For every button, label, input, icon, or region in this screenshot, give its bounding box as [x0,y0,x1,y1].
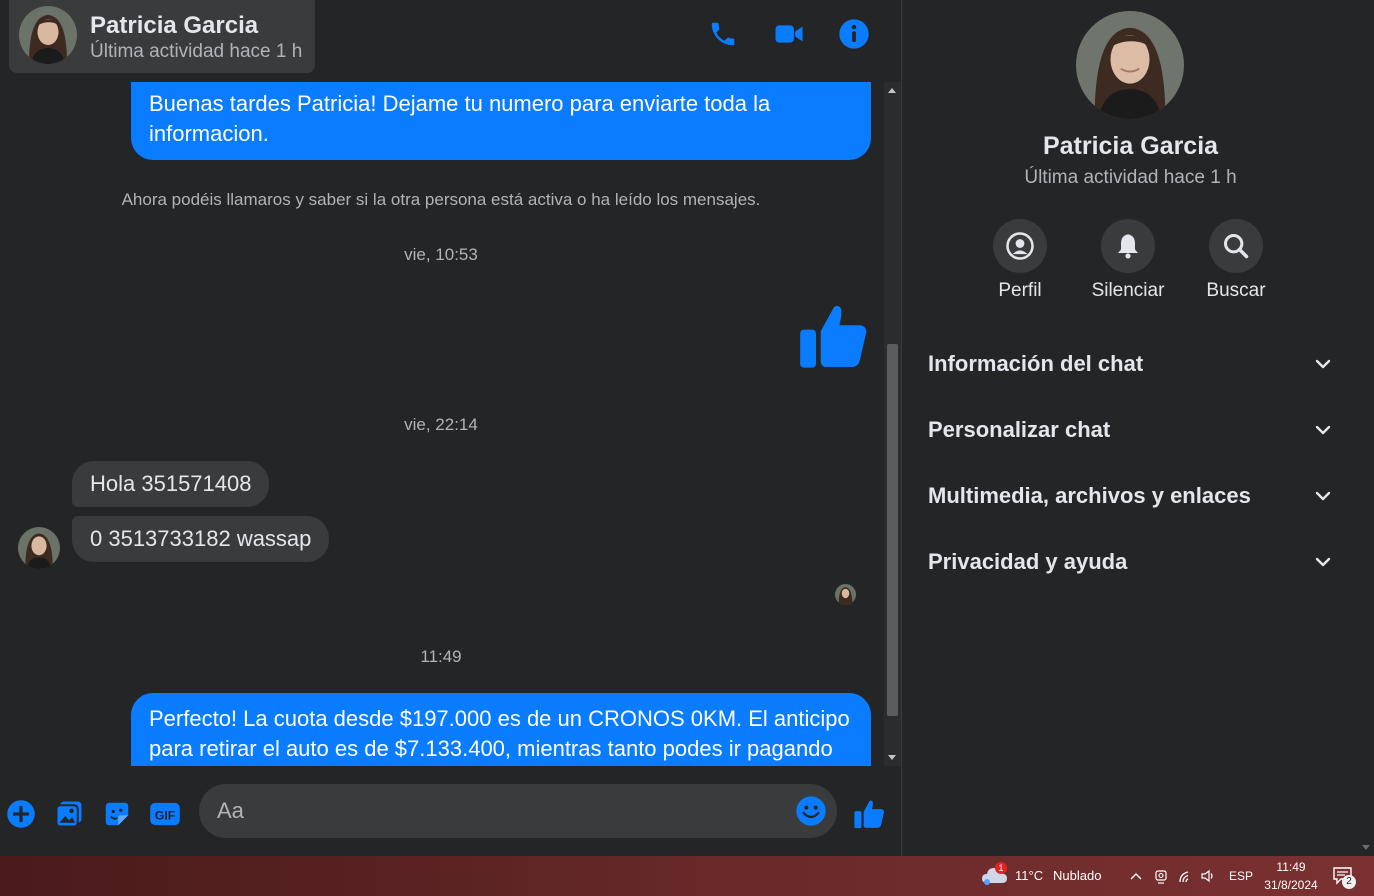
notification-count-badge: 2 [1342,875,1356,889]
emoji-button[interactable] [795,795,827,827]
show-hidden-icons-button[interactable] [1129,869,1143,887]
thumbs-up-sticker[interactable] [797,298,873,374]
video-call-button[interactable] [769,16,809,56]
messenger-window: Patricia Garcia Última actividad hace 1 … [0,0,1374,856]
profile-name: Patricia Garcia [1042,132,1219,160]
weather-temperature[interactable]: 11°C [1015,868,1043,883]
phone-icon [708,19,738,54]
attach-photo-button[interactable] [49,794,89,834]
gif-button[interactable]: GIF [145,794,185,834]
wifi-icon [1179,871,1189,883]
message-input[interactable] [217,784,777,838]
section-title: Privacidad y ayuda [928,549,1128,574]
profile-status: Última actividad hace 1 h [1024,167,1237,188]
weather-badge: 1 [995,862,1007,874]
like-icon [854,800,885,829]
message-bubble-outgoing[interactable]: Perfecto! La cuota desde $197.000 es de … [131,693,871,766]
camera-icon [1155,870,1167,884]
svg-text:GIF: GIF [155,809,176,823]
chevron-down-icon [1315,359,1331,369]
timestamp: vie, 10:53 [404,245,478,264]
system-note: Ahora podéis llamaros y saber si la otra… [121,190,761,209]
message-scrollbar[interactable] [884,82,901,766]
chevron-down-icon [1315,557,1331,567]
message-list[interactable]: Buenas tardes Patricia! Dejame tu numero… [0,82,882,766]
clock-time[interactable]: 11:49 [1263,860,1319,874]
message-bubble-incoming[interactable]: 0 3513733182 wassap [72,516,330,562]
info-button[interactable] [834,16,874,56]
video-camera-icon [773,19,805,54]
notification-center-button[interactable]: 2 [1333,867,1356,890]
action-label: Silenciar [1091,280,1165,301]
message-input-container[interactable] [199,784,837,838]
info-icon [838,18,870,55]
contact-status: Última actividad hace 1 h [90,41,303,62]
windows-taskbar: 1 11°C Nublado ESP 11:49 31/8/2024 2 [0,856,1374,896]
clock-date[interactable]: 31/8/2024 [1259,878,1323,892]
profile-action-button[interactable]: Perfil [970,219,1070,302]
scroll-up-arrow[interactable] [888,88,896,93]
meet-now-button[interactable] [1154,868,1168,889]
network-button[interactable] [1178,868,1194,889]
profile-icon [1006,232,1034,260]
action-label: Buscar [1206,280,1266,301]
search-action-button[interactable]: Buscar [1186,219,1286,302]
bell-icon [1118,234,1138,259]
language-indicator[interactable]: ESP [1229,869,1253,883]
sticker-icon [105,802,129,826]
sender-avatar[interactable] [18,527,60,569]
timestamp: vie, 22:14 [404,415,478,434]
section-privacy-help[interactable]: Privacidad y ayuda [928,537,1333,587]
read-receipt-avatar [835,584,856,605]
action-label: Perfil [998,280,1042,301]
scroll-down-arrow[interactable] [1362,845,1370,850]
section-title: Multimedia, archivos y enlaces [928,483,1251,508]
section-media-files-links[interactable]: Multimedia, archivos y enlaces [928,471,1333,521]
contact-header-button[interactable]: Patricia Garcia Última actividad hace 1 … [9,0,315,73]
chevron-down-icon [1315,425,1331,435]
call-button[interactable] [703,16,743,56]
section-customize-chat[interactable]: Personalizar chat [928,405,1333,455]
conversation-details-panel: Patricia Garcia Última actividad hace 1 … [903,0,1358,856]
scroll-thumb[interactable] [887,344,898,716]
plus-circle-icon [7,800,35,828]
profile-avatar[interactable] [1076,11,1184,119]
composer-bar: GIF [0,770,902,856]
message-bubble-outgoing[interactable]: Buenas tardes Patricia! Dejame tu numero… [131,82,871,160]
gif-icon: GIF [150,802,180,826]
sticker-button[interactable] [97,794,137,834]
smiley-icon [796,796,826,826]
search-icon [1223,233,1249,259]
weather-description[interactable]: Nublado [1053,868,1101,883]
weather-widget-icon[interactable]: 1 [981,862,1009,886]
contact-name: Patricia Garcia [90,12,259,39]
section-title: Personalizar chat [928,417,1111,442]
section-chat-info[interactable]: Información del chat [928,339,1333,389]
volume-button[interactable] [1200,868,1216,889]
message-bubble-incoming[interactable]: Hola 351571408 [72,461,270,507]
mute-action-button[interactable]: Silenciar [1078,219,1178,302]
send-like-button[interactable] [850,794,890,834]
section-title: Información del chat [928,351,1144,376]
timestamp: 11:49 [420,647,462,666]
image-icon [55,801,82,828]
like-icon [800,305,867,368]
more-actions-button[interactable] [1,794,41,834]
chevron-up-icon [1130,873,1142,880]
chat-header: Patricia Garcia Última actividad hace 1 … [0,0,902,78]
chat-column: Patricia Garcia Última actividad hace 1 … [0,0,902,856]
avatar [19,6,77,64]
chevron-down-icon [1315,491,1331,501]
panel-scrollbar[interactable] [1358,0,1374,856]
scroll-down-arrow[interactable] [888,755,896,760]
speaker-icon [1201,869,1213,883]
